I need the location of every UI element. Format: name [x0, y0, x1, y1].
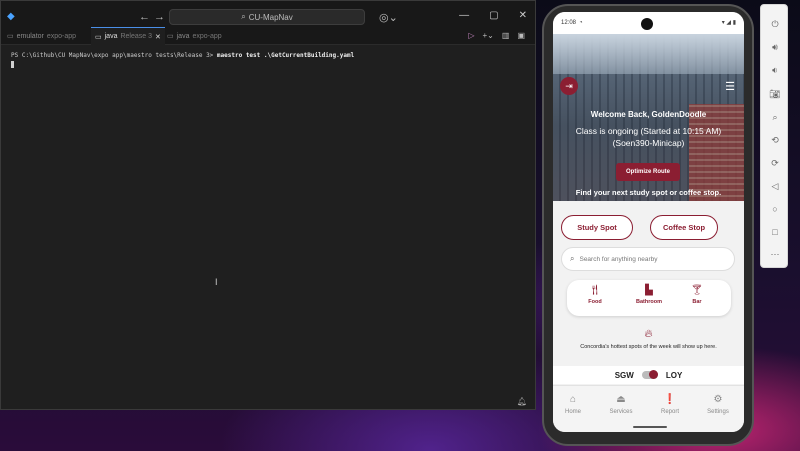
new-terminal-icon[interactable]: +⌄ — [483, 31, 494, 40]
tab-sublabel: expo-app — [192, 32, 222, 40]
camera-icon[interactable]: 📷︎ — [761, 89, 789, 100]
copilot-icon[interactable]: ◎⌄ — [379, 11, 398, 24]
privacy-icon: ◔ — [579, 20, 583, 26]
minimize-button[interactable]: — — [459, 10, 469, 21]
cocktail-icon: 🍸︎ — [690, 285, 704, 296]
run-icon[interactable]: ▷ — [468, 31, 474, 40]
campus-sgw-label: SGW — [614, 370, 634, 380]
fire-icon: 🔥︎ — [644, 328, 653, 340]
nav-report[interactable]: ❗ Report — [650, 394, 690, 415]
home-icon[interactable]: ○ — [761, 204, 789, 214]
tab-java-expo[interactable]: ▭ java expo-app — [163, 27, 226, 45]
bottom-navigation: ⌂ Home ⏏ Services ❗ Report ⚙ Settings — [553, 385, 744, 432]
campus-toggle[interactable] — [641, 370, 658, 379]
home-icon: ⌂ — [569, 394, 577, 405]
maximize-button[interactable]: ▢ — [489, 10, 498, 21]
campus-toggle-bar: SGW LOY — [553, 366, 744, 384]
find-spot-text: Find your next study spot or coffee stop… — [575, 188, 722, 197]
search-label: CU-MapNav — [248, 12, 293, 22]
status-time: 12:08 — [561, 20, 577, 26]
nav-settings[interactable]: ⚙ Settings — [698, 394, 738, 415]
utensils-icon: 🍴︎ — [588, 285, 602, 296]
volume-up-icon[interactable]: 🔊︎ — [761, 42, 789, 53]
signal-battery-icon: ▾ ◢ ▮ — [721, 20, 736, 26]
coffee-stop-button[interactable]: Coffee Stop — [650, 215, 718, 240]
mouse-ibeam-icon: I — [215, 277, 218, 287]
terminal-icon: ▭ — [7, 33, 14, 40]
tab-sublabel: Release 3 — [120, 33, 152, 40]
tab-emulator[interactable]: ▭ emulator expo-app — [3, 27, 80, 45]
hero-banner: ⇥ ☰ Welcome Back, GoldenDoodle Class is … — [553, 34, 744, 201]
category-label: Bar — [692, 299, 702, 305]
category-label: Food — [588, 299, 602, 305]
rotate-left-icon[interactable]: ⟲ — [761, 135, 789, 146]
class-name: (Soen390-Minicap) — [612, 138, 685, 148]
forward-arrow-icon[interactable]: → — [154, 11, 165, 23]
back-arrow-icon[interactable]: ← — [139, 11, 150, 23]
tab-sublabel: expo-app — [46, 32, 77, 40]
tab-label: java — [176, 32, 190, 40]
search-placeholder: Search for anything nearby — [579, 255, 658, 263]
prompt-path: PS C:\Github\CU MapNav\expo app\maestro … — [11, 52, 214, 59]
phone-screen: 12:08 ◔ ▾ ◢ ▮ ⇥ ☰ Welcome Back, GoldenDo… — [553, 12, 744, 432]
services-icon: ⏏ — [616, 394, 626, 405]
category-bar[interactable]: 🍸︎ Bar — [685, 284, 709, 305]
nearby-search-input[interactable]: ⌕ Search for anything nearby — [561, 247, 735, 271]
more-icon[interactable]: ⋯ — [761, 249, 789, 260]
hamburger-menu-icon[interactable]: ☰ — [725, 80, 735, 93]
nav-home[interactable]: ⌂ Home — [553, 394, 593, 415]
tab-label: java — [104, 33, 118, 40]
emulator-toolbar: ⏻ 🔊︎ 🔉︎ 📷︎ ⌕ ⟲ ⟳ ◁ ○ □ ⋯ — [760, 4, 788, 268]
close-tab-icon[interactable]: ✕ — [155, 33, 161, 41]
logout-icon: ⇥ — [565, 80, 573, 91]
category-label: Bathroom — [636, 299, 662, 305]
alert-icon: ❗ — [663, 394, 677, 405]
nav-label: Report — [660, 409, 679, 415]
nav-label: Home — [564, 409, 581, 415]
gear-icon: ⚙ — [713, 394, 723, 405]
campus-loy-label: LOY — [665, 370, 683, 380]
category-food[interactable]: 🍴︎ Food — [583, 284, 607, 305]
camera-punchhole — [641, 18, 653, 30]
search-icon: ⌕ — [241, 12, 246, 21]
zoom-icon[interactable]: ⌕ — [761, 112, 789, 123]
terminal-icon: ▭ — [167, 33, 174, 40]
volume-down-icon[interactable]: 🔉︎ — [761, 65, 789, 76]
power-icon[interactable]: ⏻ — [761, 19, 789, 30]
gesture-bar — [633, 426, 667, 428]
bell-icon[interactable]: 🔔︎ — [517, 397, 527, 406]
prompt-command: maestro test .\GetCurrentBuilding.yaml — [216, 52, 355, 59]
welcome-text: Welcome Back, GoldenDoodle — [590, 110, 707, 119]
search-icon: ⌕ — [570, 254, 575, 263]
optimize-route-button[interactable]: Optimize Route — [616, 163, 680, 181]
nav-label: Services — [609, 409, 633, 415]
terminal-tab-bar: ▭ emulator expo-app ▭ java Release 3 ✕ ▭… — [1, 27, 535, 45]
terminal-window: ◆ ← → ⌕ CU-MapNav ◎⌄ — ▢ ✕ ▭ emulator ex… — [0, 0, 536, 410]
terminal-cursor — [11, 61, 14, 68]
overview-icon[interactable]: □ — [761, 227, 789, 237]
tab-label: emulator — [16, 32, 44, 40]
toggle-knob — [648, 370, 658, 379]
terminal-icon: ▭ — [95, 33, 102, 41]
class-status: Class is ongoing (Started at 10:15 AM) — [575, 126, 722, 136]
nav-label: Settings — [707, 409, 729, 415]
toilet-icon: ▙ — [645, 285, 653, 296]
split-icon[interactable]: ▥ — [502, 31, 510, 40]
terminal-prompt-line: PS C:\Github\CU MapNav\expo app\maestro … — [11, 52, 354, 59]
study-spot-button[interactable]: Study Spot — [561, 215, 633, 240]
hero-sky — [553, 34, 744, 74]
vscode-logo-icon: ◆ — [7, 11, 15, 22]
lock-icon[interactable]: ▣ — [517, 31, 525, 40]
close-button[interactable]: ✕ — [519, 10, 527, 21]
nav-services[interactable]: ⏏ Services — [601, 394, 641, 415]
command-center-search[interactable]: ⌕ CU-MapNav — [169, 9, 365, 25]
rotate-right-icon[interactable]: ⟳ — [761, 158, 789, 169]
back-icon[interactable]: ◁ — [761, 181, 789, 192]
category-bar: 🍴︎ Food ▙ Bathroom 🍸︎ Bar — [567, 280, 731, 316]
logout-button[interactable]: ⇥ — [560, 77, 578, 95]
tab-java-release[interactable]: ▭ java Release 3 ✕ — [91, 27, 165, 45]
category-bathroom[interactable]: ▙ Bathroom — [629, 284, 669, 305]
hotspots-text: Concordia's hottest spots of the week wi… — [580, 344, 717, 350]
status-bar: 🔔︎ — [1, 397, 535, 409]
